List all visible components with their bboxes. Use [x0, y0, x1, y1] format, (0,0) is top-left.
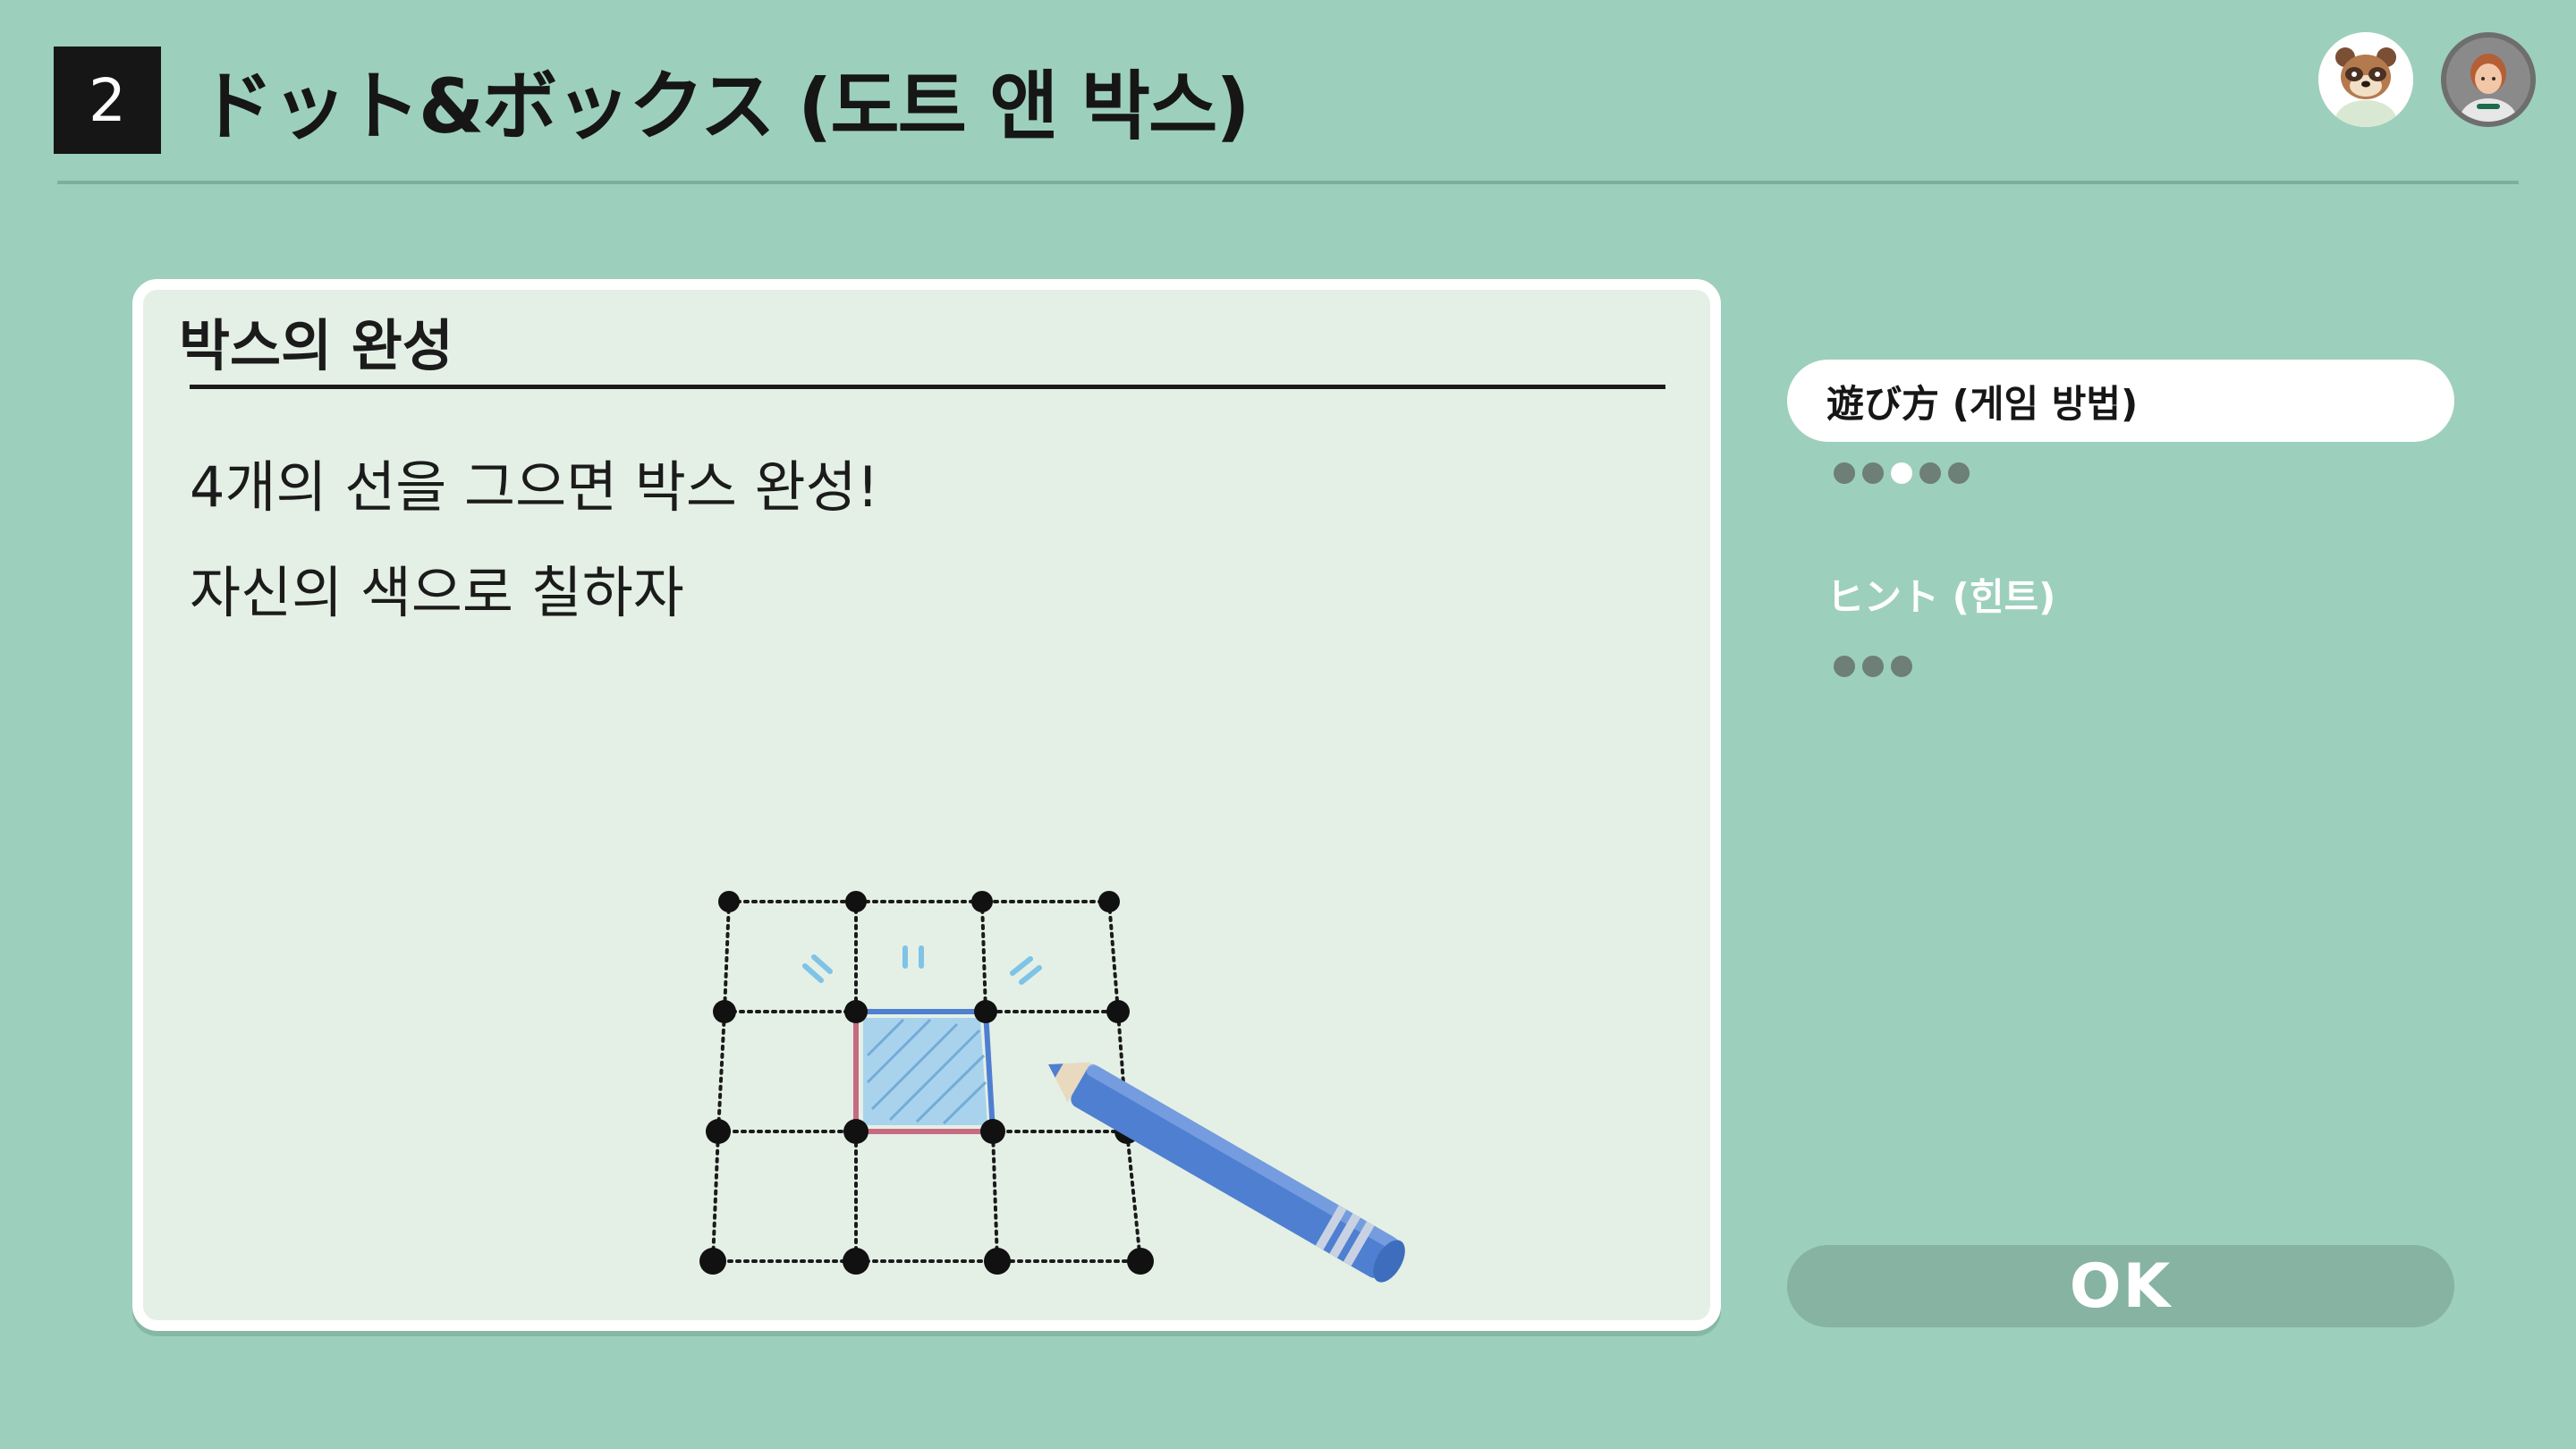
page-indicator-hint: [1834, 656, 1912, 677]
step-number: 2: [89, 65, 126, 135]
page-dot: [1919, 462, 1941, 484]
player-avatar-graphic: [2446, 38, 2530, 122]
page-dot-active: [1891, 462, 1912, 484]
raccoon-character-icon[interactable]: [2318, 32, 2413, 127]
step-number-badge: 2: [54, 47, 161, 154]
page-dot: [1834, 656, 1855, 677]
raccoon-avatar-graphic: [2318, 32, 2413, 127]
player-character-icon[interactable]: [2441, 32, 2536, 127]
page-dot: [1948, 462, 1970, 484]
page-title: ドット&ボックス (도트 앤 박스): [199, 62, 1250, 150]
header-divider: [57, 181, 2519, 184]
page-indicator-how-to-play: [1834, 462, 1970, 484]
card-heading: 박스의 완성: [179, 313, 453, 378]
instruction-line: 자신의 색으로 칠하자: [190, 560, 684, 625]
menu-item-hint[interactable]: ヒント (힌트): [1826, 567, 2055, 622]
page-dot: [1862, 656, 1884, 677]
menu-item-label: 遊び方 (게임 방법): [1826, 381, 2139, 426]
page-dot: [1834, 462, 1855, 484]
ok-button[interactable]: OK: [1787, 1245, 2454, 1327]
completed-box: [853, 1009, 996, 1134]
page-dot: [1862, 462, 1884, 484]
pencil-icon: [1048, 1062, 1405, 1283]
dots-and-boxes-illustration: [699, 891, 1405, 1283]
instruction-line: 4개의 선을 그으면 박스 완성!: [190, 454, 879, 520]
card-heading-divider: [190, 385, 1665, 389]
ok-button-label: OK: [2069, 1250, 2173, 1322]
sparkle-marks: [802, 945, 1042, 985]
page-dot: [1891, 656, 1912, 677]
menu-item-label: ヒント (힌트): [1826, 575, 2056, 619]
menu-item-how-to-play[interactable]: 遊び方 (게임 방법): [1787, 360, 2454, 442]
